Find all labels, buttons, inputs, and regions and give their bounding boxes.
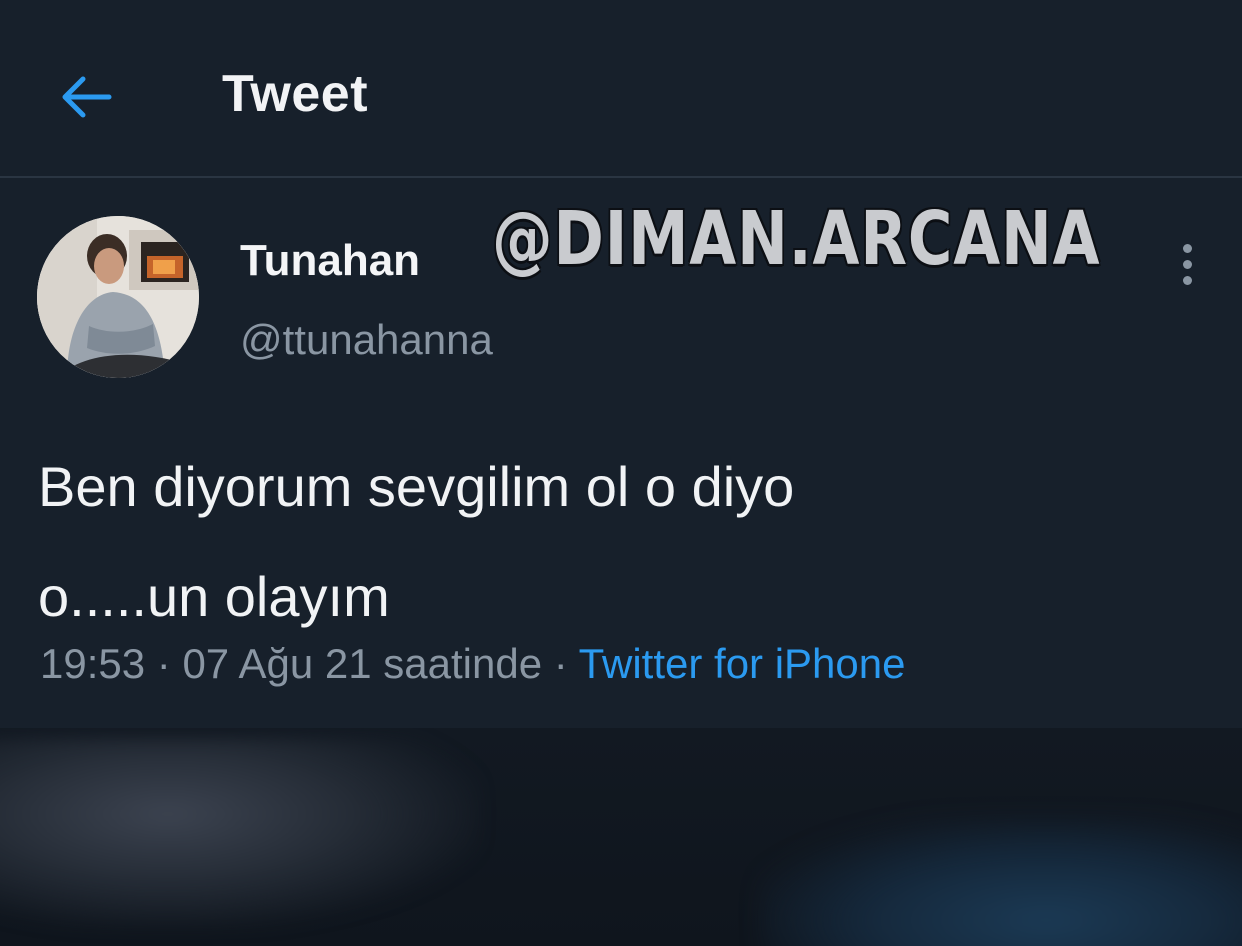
top-app-bar: Tweet (0, 0, 1242, 176)
tweet-time: 19:53 (40, 640, 146, 687)
tweet-card: Tunahan @DIMAN.ARCANA @ttunahanna Ben di… (0, 178, 1242, 728)
avatar[interactable] (37, 216, 199, 378)
more-vertical-icon-dot (1182, 259, 1192, 269)
author-handle[interactable]: @ttunahanna (240, 316, 493, 364)
tweet-metadata: 19:53 · 07 Ağu 21 saatinde · Twitter for… (40, 640, 905, 688)
more-options-button[interactable] (1170, 240, 1204, 288)
author-display-name[interactable]: Tunahan (240, 236, 420, 286)
page-title: Tweet (222, 65, 369, 123)
blur-shape (0, 738, 480, 928)
tweet-text-line: o.....un olayım (38, 565, 390, 628)
more-vertical-icon-dot (1182, 275, 1192, 285)
avatar-photo (37, 216, 199, 378)
meta-separator: · (542, 640, 579, 687)
tweet-date: 07 Ağu 21 saatinde (182, 640, 543, 687)
watermark-text: @DIMAN.ARCANA (492, 196, 1101, 282)
blur-shape (760, 818, 1242, 946)
blurred-background (0, 728, 1242, 946)
meta-separator: · (145, 640, 183, 687)
tweet-text: Ben diyorum sevgilim ol o diyo o.....un … (38, 432, 1198, 652)
more-vertical-icon-dot (1182, 243, 1192, 253)
back-button[interactable] (52, 68, 118, 126)
arrow-left-icon (62, 76, 112, 118)
tweet-source-link[interactable]: Twitter for iPhone (579, 640, 906, 687)
screen: Tweet Tunahan @DIMAN.ARCANA @ttunahanna … (0, 0, 1242, 946)
tweet-text-line: Ben diyorum sevgilim ol o diyo (38, 455, 795, 518)
